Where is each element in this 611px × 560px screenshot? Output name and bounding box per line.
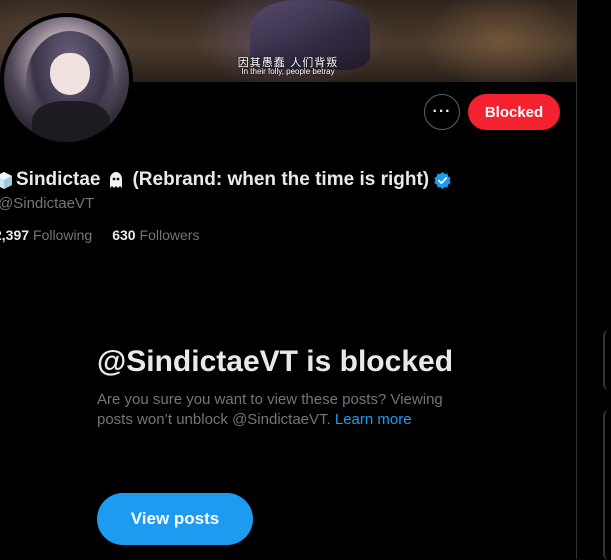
right-panel-edge [603, 330, 611, 560]
blocked-title: @SindictaeVT is blocked [97, 345, 454, 378]
right-panel-edge-bottom [603, 410, 611, 560]
display-name-suffix: (Rebrand: when the time is right) [132, 169, 430, 190]
display-name: Sindictae (Rebrand: when the time is rig… [0, 168, 452, 192]
followers-label: Followers [139, 227, 200, 243]
blocked-button-label: Blocked [484, 103, 544, 121]
avatar-body [32, 101, 110, 142]
view-posts-button[interactable]: View posts [97, 493, 253, 545]
ghost-icon [110, 172, 123, 188]
followers-link[interactable]: 630 Followers [112, 227, 199, 243]
more-options-button[interactable]: ··· [424, 94, 460, 130]
column-divider [576, 0, 577, 559]
avatar[interactable] [0, 13, 133, 146]
blocked-button[interactable]: Blocked [468, 94, 560, 130]
followers-count: 630 [112, 227, 136, 243]
following-label: Following [33, 227, 93, 243]
user-handle: @SindictaeVT [0, 195, 95, 212]
avatar-face [50, 53, 90, 95]
more-icon: ··· [432, 103, 452, 120]
blocked-notice: @SindictaeVT is blocked Are you sure you… [97, 344, 477, 430]
following-link[interactable]: 2,397Following [0, 227, 92, 243]
display-name-text: Sindictae [16, 169, 101, 190]
view-posts-label: View posts [130, 509, 220, 528]
right-panel-edge-top [603, 330, 611, 390]
ice-cube-icon [0, 172, 12, 189]
blocked-description: Are you sure you want to view these post… [97, 390, 467, 430]
profile-column: 因其愚蠢 人们背叛 In their folly, people betray … [0, 0, 576, 559]
following-count: 2,397 [0, 227, 30, 243]
verified-badge-icon[interactable] [433, 171, 452, 190]
learn-more-link[interactable]: Learn more [335, 411, 412, 428]
follow-stats: 2,397Following 630Followers [0, 227, 199, 243]
